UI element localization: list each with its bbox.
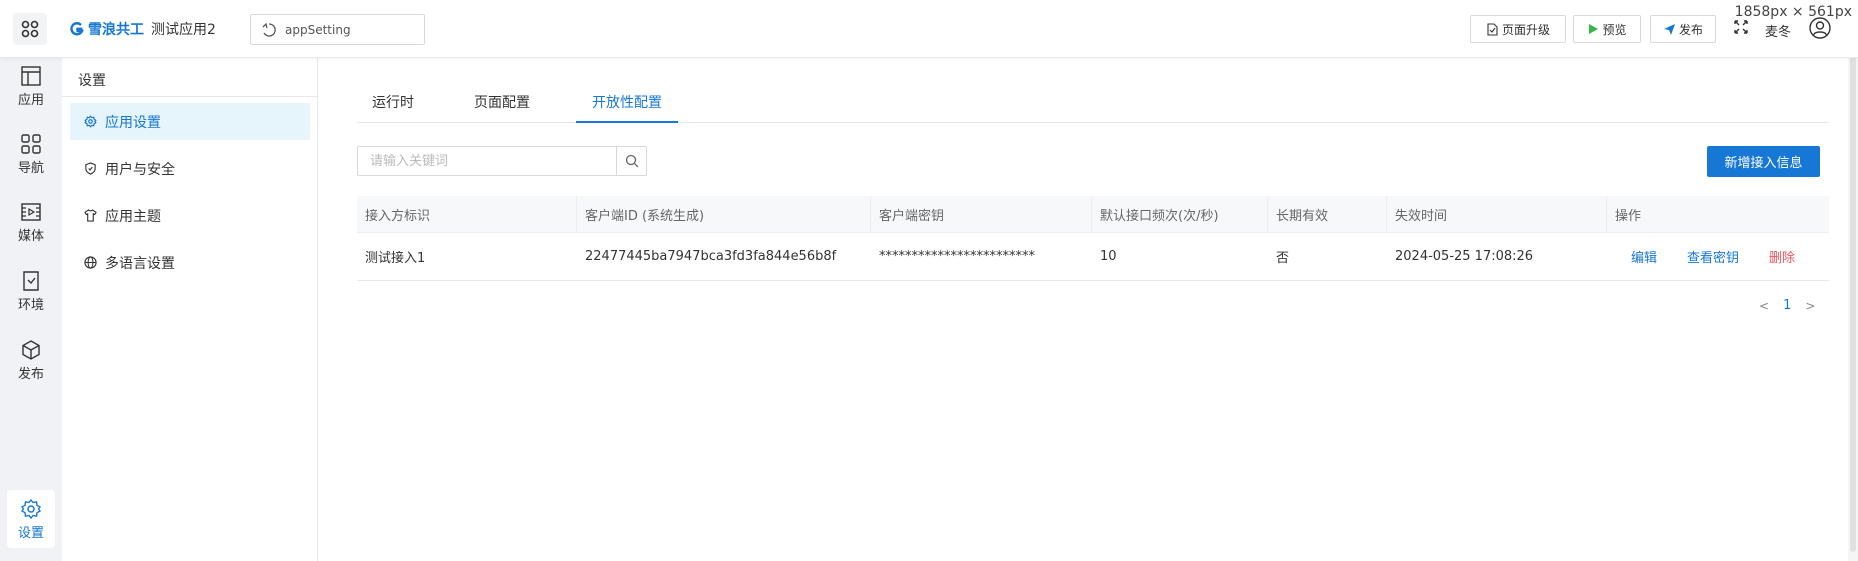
main-content: 运行时 页面配置 开放性配置 新增接入信息 接入方标识 客户端ID (系统生: [319, 58, 1858, 561]
add-access-button[interactable]: 新增接入信息: [1707, 146, 1820, 177]
layout-icon: [21, 65, 41, 86]
column-header: 操作: [1615, 208, 1642, 224]
page-switch-icon: [262, 22, 276, 37]
config-tabs: 运行时 页面配置 开放性配置: [357, 86, 1829, 123]
edit-link[interactable]: 编辑: [1631, 247, 1657, 266]
rail-item-label: 导航: [17, 160, 44, 176]
subnav-item-app-settings[interactable]: 应用设置: [70, 103, 310, 140]
cell-identifier: 测试接入1: [365, 251, 426, 266]
environment-icon: [23, 270, 39, 291]
page-scrollbar[interactable]: [1848, 0, 1858, 561]
rail-item-label: 发布: [17, 366, 44, 382]
page-upgrade-button[interactable]: 页面升级: [1470, 15, 1566, 43]
gear-icon: [84, 115, 97, 128]
user-avatar-icon[interactable]: [1809, 17, 1831, 39]
column-header: 默认接口频次(次/秒): [1092, 195, 1268, 233]
cell-secret: ************************: [879, 249, 1035, 264]
apps-grid-icon: [21, 20, 39, 38]
rail-item-label: 环境: [17, 297, 44, 313]
view-secret-link[interactable]: 查看密钥: [1687, 247, 1739, 266]
settings-subnav: 设置 应用设置 用户与安全 应用主题 多语言设置: [62, 58, 318, 561]
rail-item-label: 设置: [17, 525, 44, 541]
column-header: 接入方标识: [357, 195, 577, 233]
user-name[interactable]: 麦冬: [1765, 21, 1791, 40]
preview-button[interactable]: 预览: [1573, 15, 1641, 43]
publish-button[interactable]: 发布: [1650, 15, 1716, 43]
rail-item-navigation[interactable]: 导航: [0, 126, 62, 182]
rail-item-label: 应用: [17, 92, 44, 108]
column-header: 长期有效: [1268, 195, 1387, 233]
subnav-item-app-theme[interactable]: 应用主题: [70, 197, 310, 234]
rail-item-media[interactable]: 媒体: [0, 194, 62, 250]
rail-item-settings[interactable]: 设置: [7, 490, 55, 548]
subnav-title: 设置: [78, 73, 106, 89]
upgrade-doc-icon: [1487, 22, 1498, 36]
current-page[interactable]: 1: [1783, 298, 1791, 313]
brand-name: 雪浪共工: [88, 22, 144, 38]
fullscreen-icon[interactable]: [1733, 19, 1749, 35]
search-input[interactable]: [358, 147, 616, 175]
shirt-icon: [84, 209, 97, 222]
pagination: < 1 >: [1759, 298, 1815, 313]
scrollbar-thumb[interactable]: [1850, 22, 1856, 552]
tab-page-config[interactable]: 页面配置: [474, 86, 530, 123]
tab-label: 运行时: [372, 95, 414, 111]
next-page-button[interactable]: >: [1805, 299, 1815, 313]
subnav-item-user-security[interactable]: 用户与安全: [70, 150, 310, 187]
rail-item-publish[interactable]: 发布: [0, 332, 62, 388]
publish-label: 发布: [1678, 22, 1703, 37]
cell-rate: 10: [1100, 249, 1117, 264]
brand-mark-icon: [70, 22, 84, 36]
tab-label: 页面配置: [474, 95, 530, 111]
page-selector[interactable]: appSetting: [250, 14, 425, 45]
app-root: 雪浪共工 测试应用2 appSetting 页面升级 预览 发布 1858px …: [0, 0, 1858, 561]
subnav-item-label: 用户与安全: [105, 161, 175, 178]
play-icon: [1589, 24, 1599, 34]
subnav-item-label: 多语言设置: [105, 255, 175, 272]
media-icon: [21, 202, 41, 221]
shield-icon: [85, 162, 96, 175]
table-row: 测试接入1 22477445ba7947bca3fd3fa844e56b8f *…: [357, 233, 1829, 281]
rail-item-environment[interactable]: 环境: [0, 263, 62, 319]
send-icon: [1663, 23, 1675, 35]
cell-expire-time: 2024-05-25 17:08:26: [1395, 249, 1534, 264]
access-table: 接入方标识 客户端ID (系统生成) 客户端密钥 默认接口频次(次/秒) 长期有…: [357, 195, 1829, 281]
subnav-item-label: 应用设置: [105, 114, 161, 131]
apps-menu-button[interactable]: [13, 13, 47, 45]
search-button[interactable]: [616, 147, 646, 175]
brand-logo[interactable]: 雪浪共工: [70, 19, 144, 39]
tab-open-config[interactable]: 开放性配置: [576, 86, 678, 123]
search-box: [357, 146, 647, 176]
rail-item-app[interactable]: 应用: [0, 58, 62, 114]
table-header: 接入方标识 客户端ID (系统生成) 客户端密钥 默认接口频次(次/秒) 长期有…: [357, 195, 1829, 233]
screen-size-label: 1858px × 561px: [1734, 4, 1852, 20]
prev-page-button[interactable]: <: [1759, 299, 1769, 313]
column-header: 客户端密钥: [871, 195, 1092, 233]
top-header: 雪浪共工 测试应用2 appSetting 页面升级 预览 发布 1858px …: [0, 0, 1858, 58]
tab-label: 开放性配置: [592, 95, 662, 111]
delete-link[interactable]: 删除: [1769, 247, 1795, 266]
subnav-item-language-settings[interactable]: 多语言设置: [70, 244, 310, 281]
grid-icon: [21, 133, 41, 154]
column-header: 失效时间: [1387, 195, 1607, 233]
cube-icon: [22, 339, 40, 360]
app-name: 测试应用2: [151, 22, 216, 38]
cell-long-term: 否: [1276, 251, 1290, 266]
subnav-divider: [62, 96, 318, 97]
cell-actions: 编辑 查看密钥 删除: [1607, 247, 1829, 266]
page-upgrade-label: 页面升级: [1501, 22, 1550, 37]
cell-client-id: 22477445ba7947bca3fd3fa844e56b8f: [585, 249, 837, 264]
column-header: 客户端ID (系统生成): [577, 195, 871, 233]
gear-icon: [20, 498, 42, 519]
search-icon: [625, 154, 638, 168]
left-rail: 应用 导航 媒体 环境 发布 设置: [0, 58, 62, 561]
page-selector-value: appSetting: [285, 22, 351, 37]
tab-runtime[interactable]: 运行时: [372, 86, 414, 123]
preview-label: 预览: [1602, 22, 1627, 37]
subnav-item-label: 应用主题: [105, 208, 161, 225]
rail-item-label: 媒体: [17, 228, 44, 244]
globe-icon: [84, 256, 97, 269]
